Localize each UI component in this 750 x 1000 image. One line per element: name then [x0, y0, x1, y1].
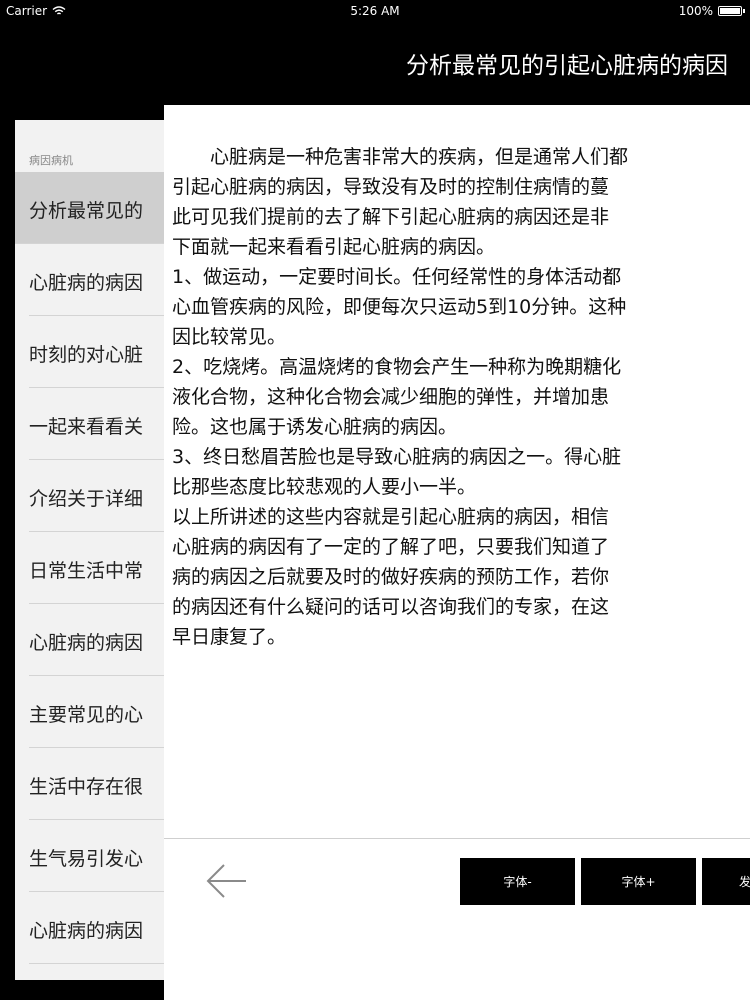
status-right: 100% [678, 4, 745, 18]
sidebar-item[interactable]: 心脏病的病因 [29, 604, 165, 676]
third-toolbar-button[interactable]: 发 [702, 858, 750, 905]
article-body: 心脏病是一种危害非常大的疾病，但是通常人们都引起心脏病的病因，导致没有及时的控制… [172, 142, 750, 652]
article-line: 心脏病是一种危害非常大的疾病，但是通常人们都 [210, 146, 629, 168]
sidebar-item-label: 日常生活中常 [29, 560, 144, 582]
battery-percent: 100% [678, 4, 713, 18]
sidebar-item[interactable]: 一起来看看关 [29, 388, 165, 460]
article-line: 以上所讲述的这些内容就是引起心脏病的病因，相信 [172, 506, 610, 528]
sidebar-item-label: 一起来看看关 [29, 416, 144, 438]
font-increase-button[interactable]: 字体+ [581, 858, 696, 905]
battery-level [720, 8, 740, 14]
article-line: 2、吃烧烤。高温烧烤的食物会产生一种称为晚期糖化 [172, 356, 622, 378]
sidebar-item-label: 时刻的对心脏 [29, 344, 144, 366]
sidebar-section-label: 病因病机 [29, 154, 73, 167]
sidebar-item-label: 介绍关于详细 [29, 488, 144, 510]
article-line: 下面就一起来看看引起心脏病的病因。 [172, 236, 496, 258]
sidebar-item-label: 分析最常见的 [29, 200, 144, 222]
sidebar-item-label: 生气易引发心 [29, 848, 144, 870]
article-line: 3、终日愁眉苦脸也是导致心脏病的病因之一。得心脏 [172, 446, 622, 468]
battery-icon [718, 6, 745, 16]
article-line: 早日康复了。 [172, 626, 287, 648]
sidebar-item[interactable]: 生活中存在很 [29, 748, 165, 820]
sidebar-item[interactable]: 介绍关于详细 [29, 460, 165, 532]
article-line: 的病因还有什么疑问的话可以咨询我们的专家，在这 [172, 596, 610, 618]
article-line: 心血管疾病的风险，即便每次只运动5到10分钟。这种 [172, 296, 627, 318]
content-panel: 心脏病是一种危害非常大的疾病，但是通常人们都引起心脏病的病因，导致没有及时的控制… [164, 105, 750, 1000]
sidebar-item-label: 心脏病的病因 [29, 272, 144, 294]
sidebar-item[interactable]: 分析最常见的 [15, 172, 165, 244]
left-arrow-icon [206, 864, 246, 898]
sidebar-list: 分析最常见的 心脏病的病因 时刻的对心脏 一起来看看关 介绍关于详细 日常生活中常 心脏病的… [15, 172, 165, 964]
font-decrease-button[interactable]: 字体- [460, 858, 575, 905]
sidebar-item[interactable]: 生气易引发心 [29, 820, 165, 892]
sidebar-item[interactable]: 主要常见的心 [29, 676, 165, 748]
sidebar-item-label: 心脏病的病因 [29, 920, 144, 942]
sidebar: 病因病机 分析最常见的 心脏病的病因 时刻的对心脏 一起来看看关 介绍关于详细 日常生活中… [15, 120, 165, 980]
toolbar-divider [164, 838, 750, 839]
sidebar-item[interactable]: 日常生活中常 [29, 532, 165, 604]
sidebar-item-label: 生活中存在很 [29, 776, 144, 798]
sidebar-item[interactable]: 心脏病的病因 [29, 244, 165, 316]
article-line: 病的病因之后就要及时的做好疾病的预防工作，若你 [172, 566, 610, 588]
article-line: 1、做运动，一定要时间长。任何经常性的身体活动都 [172, 266, 622, 288]
back-button[interactable] [202, 861, 252, 901]
status-time: 5:26 AM [350, 4, 400, 18]
status-bar: Carrier 5:26 AM 100% [0, 0, 750, 22]
article-line: 险。这也属于诱发心脏病的病因。 [172, 416, 458, 438]
article-line: 比那些态度比较悲观的人要小一半。 [172, 476, 477, 498]
article-line: 心脏病的病因有了一定的了解了吧，只要我们知道了 [172, 536, 610, 558]
article-line: 此可见我们提前的去了解下引起心脏病的病因还是非 [172, 206, 610, 228]
article-line: 因比较常见。 [172, 326, 287, 348]
sidebar-item-label: 心脏病的病因 [29, 632, 144, 654]
sidebar-item[interactable]: 心脏病的病因 [29, 892, 165, 964]
article-line: 引起心脏病的病因，导致没有及时的控制住病情的蔓 [172, 176, 610, 198]
page-title: 分析最常见的引起心脏病的病因 [406, 53, 728, 79]
sidebar-item-label: 主要常见的心 [29, 704, 144, 726]
article-line: 液化合物，这种化合物会减少细胞的弹性，并增加患 [172, 386, 610, 408]
sidebar-item[interactable]: 时刻的对心脏 [29, 316, 165, 388]
